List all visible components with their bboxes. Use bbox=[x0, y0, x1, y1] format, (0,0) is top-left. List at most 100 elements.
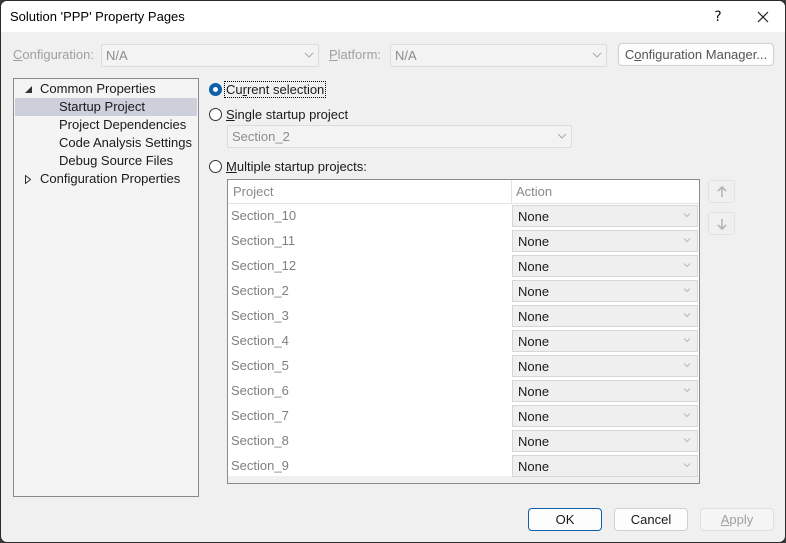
radio-current-selection-label: Current selection bbox=[223, 80, 327, 98]
ok-button[interactable]: OK bbox=[528, 508, 602, 531]
window-title: Solution 'PPP' Property Pages bbox=[10, 9, 185, 24]
close-button[interactable] bbox=[743, 1, 783, 32]
project-name: Section_12 bbox=[231, 258, 297, 273]
radio-checked-icon bbox=[209, 82, 222, 96]
chevron-down-icon bbox=[683, 438, 691, 443]
chevron-down-icon bbox=[683, 238, 691, 243]
help-icon: ? bbox=[714, 8, 722, 25]
chevron-down-icon bbox=[683, 388, 691, 393]
title-bar: Solution 'PPP' Property Pages ? bbox=[1, 1, 785, 32]
action-value: None bbox=[518, 334, 550, 349]
configuration-value: N/A bbox=[106, 48, 128, 63]
chevron-down-icon bbox=[592, 52, 602, 58]
project-name: Section_11 bbox=[231, 233, 296, 248]
chevron-down-icon bbox=[683, 288, 691, 293]
action-value: None bbox=[518, 434, 550, 449]
configuration-label: Configuration: bbox=[13, 47, 94, 62]
project-name: Section_10 bbox=[231, 208, 297, 223]
grid-row[interactable]: Section_8 None bbox=[228, 429, 699, 454]
action-dropdown[interactable]: None bbox=[512, 305, 698, 327]
action-dropdown[interactable]: None bbox=[512, 355, 698, 377]
grid-row[interactable]: Section_6 None bbox=[228, 379, 699, 404]
action-value: None bbox=[518, 384, 550, 399]
action-dropdown[interactable]: None bbox=[512, 230, 698, 252]
column-header-action[interactable]: Action bbox=[511, 180, 552, 204]
radio-unchecked-icon bbox=[209, 159, 222, 173]
expanded-triangle-icon[interactable] bbox=[23, 80, 33, 98]
chevron-down-icon bbox=[683, 413, 691, 418]
action-dropdown[interactable]: None bbox=[512, 380, 698, 402]
chevron-down-icon bbox=[683, 213, 691, 218]
project-name: Section_9 bbox=[231, 458, 289, 473]
radio-multiple-startup-label: Multiple startup projects: bbox=[226, 158, 367, 174]
collapsed-triangle-icon[interactable] bbox=[23, 170, 33, 188]
project-name: Section_4 bbox=[231, 333, 289, 348]
column-header-project[interactable]: Project bbox=[228, 180, 273, 204]
grid-row[interactable]: Section_4 None bbox=[228, 329, 699, 354]
tree-item-debug-source-files[interactable]: Debug Source Files bbox=[15, 152, 197, 170]
action-value: None bbox=[518, 459, 550, 474]
move-down-button[interactable] bbox=[708, 212, 735, 235]
move-up-button[interactable] bbox=[708, 180, 735, 203]
radio-single-startup-label: Single startup project bbox=[226, 106, 349, 122]
chevron-down-icon bbox=[683, 263, 691, 268]
property-tree: Common Properties Startup Project Projec… bbox=[13, 78, 199, 497]
grid-body: Project Action Section_10 None Section_11 N… bbox=[228, 180, 699, 479]
grid-row[interactable]: Section_2 None bbox=[228, 279, 699, 304]
radio-multiple-startup[interactable]: Multiple startup projects: bbox=[209, 157, 368, 175]
single-startup-value: Section_2 bbox=[232, 129, 290, 144]
chevron-down-icon bbox=[683, 363, 691, 368]
tree-item-startup-project[interactable]: Startup Project bbox=[15, 98, 197, 116]
close-icon bbox=[757, 11, 769, 22]
grid-row[interactable]: Section_7 None bbox=[228, 404, 699, 429]
action-dropdown[interactable]: None bbox=[512, 405, 698, 427]
platform-dropdown[interactable]: N/A bbox=[390, 44, 607, 67]
arrow-up-icon bbox=[716, 185, 727, 197]
grid-row[interactable]: Section_12 None bbox=[228, 254, 699, 279]
configuration-manager-button[interactable]: Co nfiguration Manager... bbox=[618, 43, 774, 66]
help-button[interactable]: ? bbox=[698, 1, 738, 32]
chevron-down-icon bbox=[683, 463, 691, 468]
project-name: Section_7 bbox=[231, 408, 289, 423]
action-value: None bbox=[518, 409, 550, 424]
action-value: None bbox=[518, 234, 550, 249]
project-name: Section_3 bbox=[231, 308, 289, 323]
action-dropdown[interactable]: None bbox=[512, 280, 698, 302]
single-startup-dropdown[interactable]: Section_2 bbox=[227, 125, 572, 148]
platform-label: Platform: bbox=[329, 47, 382, 62]
action-dropdown[interactable]: None bbox=[512, 455, 698, 477]
tree-item-code-analysis-settings[interactable]: Code Analysis Settings bbox=[15, 134, 197, 152]
project-name: Section_6 bbox=[231, 383, 289, 398]
configuration-dropdown[interactable]: N/A bbox=[101, 44, 319, 67]
action-value: None bbox=[518, 309, 550, 324]
tree-item-project-dependencies[interactable]: Project Dependencies bbox=[15, 116, 197, 134]
chevron-down-icon bbox=[683, 313, 691, 318]
project-name: Section_8 bbox=[231, 433, 289, 448]
apply-button[interactable]: Apply bbox=[700, 508, 774, 531]
action-dropdown[interactable]: None bbox=[512, 430, 698, 452]
grid-row[interactable]: Section_11 None bbox=[228, 229, 699, 254]
tree-item-configuration-properties[interactable]: Configuration Properties bbox=[15, 170, 197, 188]
grid-row[interactable]: Section_3 None bbox=[228, 304, 699, 329]
action-value: None bbox=[518, 284, 550, 299]
grid-header: Project Action bbox=[228, 180, 699, 204]
arrow-down-icon bbox=[716, 218, 727, 230]
chevron-down-icon bbox=[557, 133, 567, 139]
radio-single-startup[interactable]: Single startup project bbox=[209, 105, 349, 123]
chevron-down-icon bbox=[683, 338, 691, 343]
action-dropdown[interactable]: None bbox=[512, 255, 698, 277]
platform-value: N/A bbox=[395, 48, 417, 63]
grid-row[interactable]: Section_10 None bbox=[228, 204, 699, 229]
action-value: None bbox=[518, 359, 550, 374]
radio-current-selection[interactable]: Current selection bbox=[209, 80, 327, 98]
radio-unchecked-icon bbox=[209, 107, 222, 121]
action-dropdown[interactable]: None bbox=[512, 205, 698, 227]
project-name: Section_2 bbox=[231, 283, 289, 298]
startup-projects-grid: Project Action Section_10 None Section_11 N… bbox=[227, 179, 700, 484]
action-dropdown[interactable]: None bbox=[512, 330, 698, 352]
tree-item-common-properties[interactable]: Common Properties bbox=[15, 80, 197, 98]
grid-row[interactable]: Section_5 None bbox=[228, 354, 699, 379]
cancel-button[interactable]: Cancel bbox=[614, 508, 688, 531]
grid-row[interactable]: Section_9 None bbox=[228, 454, 699, 479]
action-value: None bbox=[518, 259, 550, 274]
